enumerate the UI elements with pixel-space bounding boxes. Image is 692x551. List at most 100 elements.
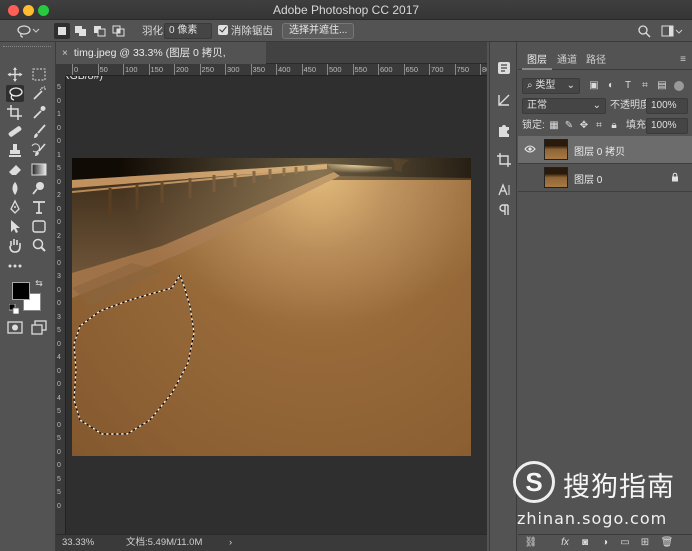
select-and-mask-button[interactable]: 选择并遮住... xyxy=(282,23,355,39)
ruler-major-tick xyxy=(403,64,405,75)
history-brush-tool-icon[interactable] xyxy=(30,142,48,159)
antialias-option[interactable]: 消除锯齿 xyxy=(218,23,273,39)
tab-layers[interactable]: 图层 xyxy=(522,52,552,70)
blend-mode-select[interactable]: 正常 ⌄ xyxy=(522,98,606,114)
new-selection-icon[interactable] xyxy=(54,23,70,39)
move-tool-icon[interactable] xyxy=(6,66,24,83)
lock-pixels-icon[interactable]: ✎ xyxy=(563,119,575,133)
brush-tool-icon[interactable] xyxy=(30,123,48,140)
marquee-tool-icon[interactable] xyxy=(30,66,48,83)
horizontal-ruler[interactable]: 0 50 100 150 200 250 300 350 400 450 500 550 600 650 7… xyxy=(66,64,487,76)
lock-artboard-icon[interactable]: ⌗ xyxy=(593,119,605,133)
tools-panel-grip[interactable] xyxy=(3,46,51,49)
ruler-tick-label: 750 xyxy=(456,65,470,74)
layer-row-copy[interactable]: 图层 0 拷贝 xyxy=(518,136,692,164)
vruler-digit: 0 xyxy=(57,124,61,132)
foreground-color-swatch[interactable] xyxy=(12,282,30,300)
crop-panel-icon[interactable] xyxy=(496,152,512,168)
ruler-origin[interactable] xyxy=(56,64,66,76)
layer-thumbnail xyxy=(544,139,568,160)
paragraph-icon[interactable] xyxy=(496,202,512,218)
fill-input[interactable]: 100% ⌄ xyxy=(646,118,688,145)
swap-colors-icon[interactable]: ⇆ xyxy=(34,278,44,288)
vruler-digit: 5 xyxy=(57,84,61,91)
workspace-switcher-icon[interactable] xyxy=(660,23,684,39)
tab-paths[interactable]: 路径 xyxy=(581,52,611,70)
vruler-digit: 0 xyxy=(57,300,61,307)
filter-kind-label: 类型 xyxy=(535,80,556,91)
zoom-tool-icon[interactable] xyxy=(30,237,48,254)
pen-tool-icon[interactable] xyxy=(6,199,24,216)
type-tool-icon[interactable] xyxy=(30,199,48,216)
layer-name[interactable]: 图层 0 拷贝 xyxy=(574,143,625,158)
ruler-major-tick xyxy=(250,64,252,75)
layer-row-base[interactable]: 图层 0 xyxy=(518,164,692,192)
layer-name[interactable]: 图层 0 xyxy=(574,171,602,186)
close-document-icon[interactable]: × xyxy=(62,48,68,59)
zoom-level[interactable]: 33.33% xyxy=(62,535,94,551)
lock-row: 锁定: ▦ ✎ ✥ ⌗ 🔒︎ 填充: 100% ⌄ xyxy=(518,116,692,145)
tab-channels[interactable]: 通道 xyxy=(552,52,582,70)
lasso-tool-preset-icon[interactable] xyxy=(14,23,40,39)
hand-tool-icon[interactable] xyxy=(6,237,24,254)
ruler-tick-label: 500 xyxy=(329,65,342,74)
filter-shape-icon[interactable]: ⌗ xyxy=(639,79,651,93)
healing-brush-tool-icon[interactable] xyxy=(6,123,24,140)
crop-tool-icon[interactable] xyxy=(6,104,24,121)
clone-stamp-tool-icon[interactable] xyxy=(6,142,24,159)
vruler-digit: 0 xyxy=(57,340,61,348)
antialias-checkbox[interactable] xyxy=(218,25,228,35)
add-to-selection-icon[interactable] xyxy=(73,23,89,39)
tools-panel: ⇆ xyxy=(0,42,56,551)
subtract-from-selection-icon[interactable] xyxy=(92,23,108,39)
filter-adjustment-icon[interactable]: ◐ xyxy=(605,79,617,93)
ruler-major-tick xyxy=(148,64,150,75)
ruler-major-tick xyxy=(72,64,73,75)
lock-position-icon[interactable]: ✥ xyxy=(578,119,590,133)
eyedropper-tool-icon[interactable] xyxy=(30,104,48,121)
document-tab[interactable]: × timg.jpeg @ 33.3% (图层 0 拷贝, RGB/8#) * xyxy=(56,42,266,82)
libraries-icon[interactable] xyxy=(496,60,512,76)
watermark-brand: 搜狗指南 xyxy=(563,472,675,503)
path-selection-tool-icon[interactable] xyxy=(6,218,24,235)
magic-wand-tool-icon[interactable] xyxy=(30,85,48,102)
screen-mode-icon[interactable] xyxy=(30,319,48,336)
filter-kind-select[interactable]: ⌕ 类型 ⌄ xyxy=(522,78,580,94)
more-tools-icon[interactable] xyxy=(6,257,24,274)
eye-icon[interactable] xyxy=(524,143,536,155)
lock-all-icon[interactable]: 🔒︎ xyxy=(608,119,620,133)
filter-toggle-icon[interactable] xyxy=(674,81,684,91)
layers-panel-tabs: 图层 通道 路径 xyxy=(518,52,692,70)
lasso-selection-marquee[interactable] xyxy=(72,158,471,456)
search-icon[interactable] xyxy=(636,23,652,39)
lock-transparent-icon[interactable]: ▦ xyxy=(548,119,560,133)
blur-tool-icon[interactable] xyxy=(6,180,24,197)
lasso-tool-icon[interactable] xyxy=(6,85,24,102)
vruler-digit: 0 xyxy=(57,367,61,375)
panel-menu-icon[interactable]: ≡ xyxy=(680,54,686,65)
eraser-tool-icon[interactable] xyxy=(6,161,24,178)
visibility-toggle[interactable] xyxy=(524,171,536,183)
filter-type-icon[interactable]: T xyxy=(622,79,634,93)
vertical-ruler[interactable]: 5 0 1 0 0 1 5 0 2 0 0 2 5 0 3 0 0 3 5 0 4 0 0 4 5 0 5 0 0 5 5 0 xyxy=(56,76,66,534)
vruler-digit: 2 xyxy=(57,192,61,199)
adjustments-icon[interactable] xyxy=(496,92,512,108)
status-menu-arrow[interactable]: › xyxy=(229,535,232,551)
rectangle-tool-icon[interactable] xyxy=(30,218,48,235)
dodge-tool-icon[interactable] xyxy=(30,180,48,197)
chevron-down-icon: ⌄ xyxy=(566,80,575,91)
character-icon[interactable] xyxy=(496,182,512,198)
filter-pixel-icon[interactable]: ▣ xyxy=(588,79,600,93)
intersect-selection-icon[interactable] xyxy=(111,23,127,39)
quick-mask-icon[interactable] xyxy=(6,319,24,336)
layer-filter-row: ⌕ 类型 ⌄ ▣ ◐ T ⌗ ▤ xyxy=(518,76,692,96)
image-canvas[interactable] xyxy=(72,158,471,456)
opacity-input[interactable]: 100% ⌄ xyxy=(646,98,688,125)
watermark-url: zhinan.sogo.com xyxy=(517,509,668,528)
ruler-tick-label: 550 xyxy=(354,65,368,74)
default-colors-icon[interactable] xyxy=(8,303,20,315)
feather-input[interactable]: 0 像素 xyxy=(164,23,212,39)
plugins-icon[interactable] xyxy=(496,122,512,138)
filter-smart-object-icon[interactable]: ▤ xyxy=(656,79,668,93)
gradient-tool-icon[interactable] xyxy=(30,161,48,178)
